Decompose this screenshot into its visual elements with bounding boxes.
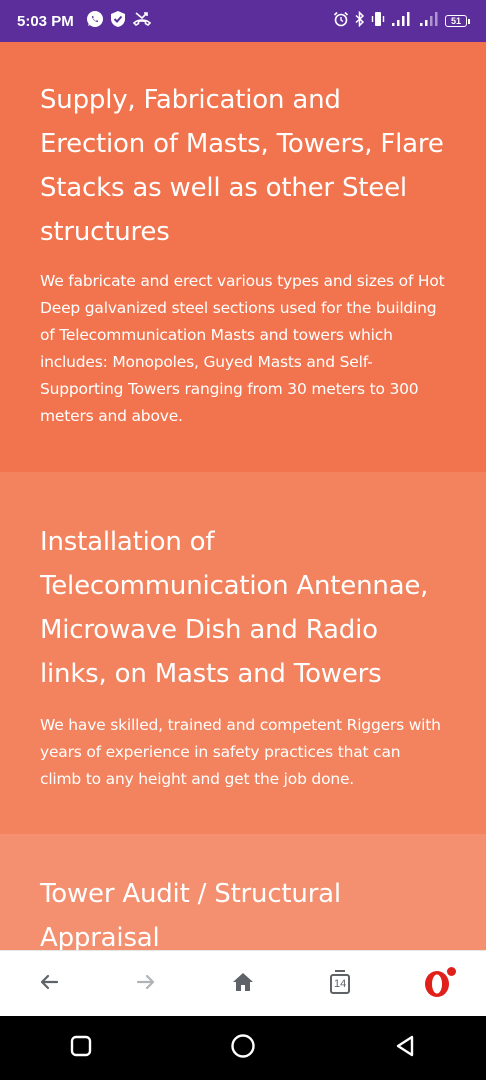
- back-arrow-icon: [37, 970, 61, 998]
- status-right-icons: 51: [333, 10, 470, 31]
- home-icon: [231, 970, 255, 998]
- tabs-button[interactable]: 14: [310, 954, 370, 1014]
- back-button[interactable]: [19, 954, 79, 1014]
- shield-check-icon: [110, 10, 126, 32]
- section-title: Supply, Fabrication and Erection of Mast…: [40, 85, 444, 247]
- opera-menu-button[interactable]: [407, 954, 467, 1014]
- section-body: We have skilled, trained and competent R…: [40, 716, 441, 788]
- system-back-button[interactable]: [375, 1018, 435, 1078]
- battery-level: 51: [445, 15, 467, 27]
- forward-arrow-icon: [134, 970, 158, 998]
- service-section-2: Installation of Telecommunication Antenn…: [0, 472, 486, 834]
- system-home-button[interactable]: [213, 1018, 273, 1078]
- status-bar: 5:03 PM 51: [0, 0, 486, 42]
- status-time: 5:03 PM: [17, 12, 74, 30]
- recents-icon: [70, 1035, 92, 1061]
- recents-button[interactable]: [51, 1018, 111, 1078]
- browser-bottom-bar: 14: [0, 950, 486, 1017]
- signal-icon: [391, 11, 413, 31]
- back-triangle-icon: [394, 1034, 416, 1062]
- notification-dot: [447, 967, 457, 976]
- home-circle-icon: [230, 1033, 256, 1063]
- section-title: Tower Audit / Structural Appraisal: [40, 879, 341, 950]
- section-title: Installation of Telecommunication Antenn…: [40, 527, 429, 689]
- tabs-icon: 14: [330, 970, 351, 994]
- section-body: We fabricate and erect various types and…: [40, 272, 445, 425]
- page-content: Supply, Fabrication and Erection of Mast…: [0, 42, 486, 950]
- battery-icon: 51: [445, 15, 470, 27]
- service-section-1: Supply, Fabrication and Erection of Mast…: [0, 42, 486, 472]
- service-section-3: Tower Audit / Structural Appraisal: [0, 834, 486, 950]
- battery-tip: [468, 18, 470, 24]
- bluetooth-icon: [355, 10, 365, 31]
- missed-call-icon: [132, 10, 152, 32]
- whatsapp-icon: [86, 10, 104, 32]
- home-button[interactable]: [213, 954, 273, 1014]
- forward-button[interactable]: [116, 954, 176, 1014]
- alarm-icon: [333, 11, 349, 31]
- opera-menu-icon: [422, 967, 457, 999]
- system-navigation-bar: [0, 1016, 486, 1080]
- signal-icon-2: [419, 11, 439, 31]
- status-left-icons: [86, 10, 152, 32]
- vibrate-icon: [371, 11, 385, 31]
